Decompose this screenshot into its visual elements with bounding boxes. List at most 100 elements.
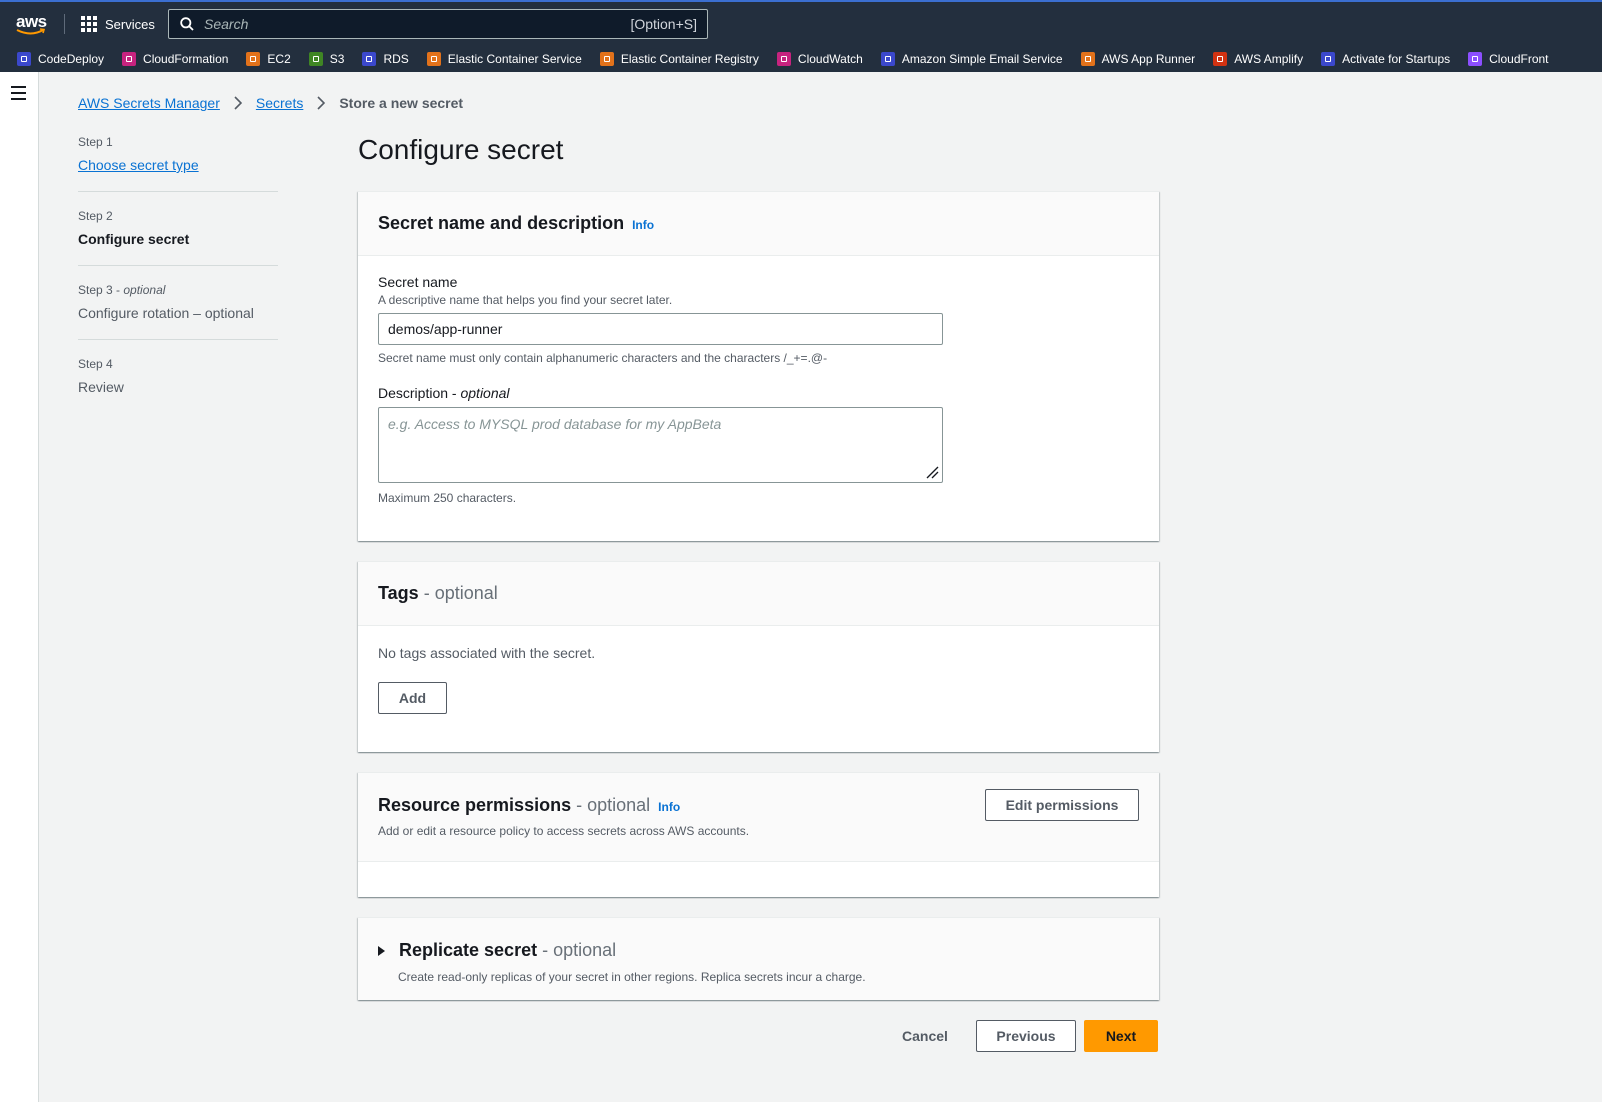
step-optional-label: optional bbox=[123, 283, 166, 297]
next-button[interactable]: Next bbox=[1084, 1020, 1158, 1052]
favorite-label: Elastic Container Service bbox=[447, 52, 582, 66]
description-placeholder: e.g. Access to MYSQL prod database for m… bbox=[388, 416, 722, 432]
services-label: Services bbox=[105, 16, 155, 32]
wizard-step-1: Step 1 Choose secret type bbox=[78, 135, 278, 192]
favorite-activate[interactable]: Activate for Startups bbox=[1321, 52, 1450, 66]
resource-permissions-panel: Resource permissions - optional Info Add … bbox=[358, 772, 1159, 897]
codedeploy-icon bbox=[17, 52, 31, 66]
favorite-label: Amazon Simple Email Service bbox=[901, 52, 1063, 66]
favorite-label: Activate for Startups bbox=[1342, 52, 1451, 66]
rds-icon bbox=[362, 52, 377, 66]
cloudfront-icon bbox=[1468, 52, 1483, 66]
panel-header: Tags - optional bbox=[358, 562, 1159, 626]
wizard-steps: Step 1 Choose secret type Step 2 Configu… bbox=[78, 135, 278, 430]
breadcrumb-secrets[interactable]: Secrets bbox=[256, 95, 303, 111]
favorite-rds[interactable]: RDS bbox=[362, 52, 409, 66]
description-label: Description - optional bbox=[378, 385, 510, 401]
edit-permissions-button[interactable]: Edit permissions bbox=[985, 789, 1139, 821]
permissions-description: Add or edit a resource policy to access … bbox=[378, 824, 750, 838]
favorite-label: CodeDeploy bbox=[38, 52, 105, 66]
apps-grid-icon bbox=[81, 16, 97, 32]
favorite-cloudwatch[interactable]: CloudWatch bbox=[776, 52, 863, 66]
favorite-label: CloudWatch bbox=[797, 52, 863, 66]
secret-name-input[interactable] bbox=[378, 313, 943, 345]
description-constraint: Maximum 250 characters. bbox=[378, 491, 517, 505]
favorite-label: RDS bbox=[383, 52, 409, 66]
favorite-ecr[interactable]: Elastic Container Registry bbox=[599, 52, 759, 66]
cloudwatch-icon bbox=[776, 52, 791, 66]
favorite-label: S3 bbox=[329, 52, 345, 66]
step-number-text: Step 3 bbox=[78, 283, 113, 297]
tags-title: Tags bbox=[378, 583, 419, 603]
previous-button[interactable]: Previous bbox=[976, 1020, 1076, 1052]
tags-optional: optional bbox=[434, 583, 498, 603]
favorite-ec2[interactable]: EC2 bbox=[246, 52, 291, 66]
step-number: Step 4 bbox=[78, 357, 113, 371]
favorite-amplify[interactable]: AWS Amplify bbox=[1213, 52, 1303, 66]
step-link-choose-secret-type[interactable]: Choose secret type bbox=[78, 157, 278, 173]
search-shortcut-hint: [Option+S] bbox=[630, 16, 697, 32]
menu-icon[interactable] bbox=[11, 86, 26, 104]
wizard-step-3: Step 3 - optional Configure rotation – o… bbox=[78, 283, 278, 340]
favorite-label: EC2 bbox=[267, 52, 291, 66]
favorite-codedeploy[interactable]: CodeDeploy bbox=[17, 52, 104, 66]
step-configure-rotation: Configure rotation – optional bbox=[78, 305, 254, 321]
chevron-right-icon bbox=[317, 96, 326, 110]
description-optional-label: optional bbox=[460, 385, 510, 401]
ecr-icon bbox=[599, 52, 614, 66]
step-number: Step 3 - optional bbox=[78, 283, 166, 297]
search-icon bbox=[180, 17, 194, 31]
search-placeholder: Search bbox=[204, 16, 249, 32]
panel-title[interactable]: Replicate secret - optional bbox=[399, 940, 616, 961]
step-number: Step 1 bbox=[78, 135, 113, 149]
resize-handle-icon[interactable] bbox=[925, 465, 939, 479]
aws-logo[interactable]: aws bbox=[16, 12, 50, 38]
s3-icon bbox=[308, 52, 323, 66]
favorite-app-runner[interactable]: AWS App Runner bbox=[1080, 52, 1196, 66]
ecs-icon bbox=[426, 52, 441, 66]
favorite-label: AWS App Runner bbox=[1101, 52, 1196, 66]
caret-right-icon[interactable] bbox=[378, 945, 385, 956]
favorite-label: CloudFormation bbox=[143, 52, 229, 66]
replicate-secret-panel[interactable]: Replicate secret - optional Create read-… bbox=[358, 917, 1159, 1000]
secret-name-description: A descriptive name that helps you find y… bbox=[378, 293, 673, 307]
info-link[interactable]: Info bbox=[658, 800, 680, 814]
breadcrumb-secrets-manager[interactable]: AWS Secrets Manager bbox=[78, 95, 220, 111]
services-menu-button[interactable]: Services bbox=[81, 14, 155, 34]
no-tags-message: No tags associated with the secret. bbox=[378, 645, 596, 661]
panel-title: Resource permissions - optional bbox=[378, 795, 651, 815]
cancel-button[interactable]: Cancel bbox=[902, 1020, 948, 1052]
breadcrumb-current: Store a new secret bbox=[339, 95, 464, 111]
panel-title: Secret name and description bbox=[378, 213, 625, 233]
panel-header: Secret name and description Info bbox=[358, 192, 1159, 256]
page-title: Configure secret bbox=[358, 134, 564, 165]
description-label-text: Description bbox=[378, 385, 449, 401]
wizard-step-4: Step 4 Review bbox=[78, 357, 278, 413]
panel-title: Tags - optional bbox=[378, 583, 498, 603]
replicate-optional: optional bbox=[553, 940, 617, 960]
ses-icon bbox=[880, 52, 895, 66]
search-input[interactable]: Search [Option+S] bbox=[168, 9, 708, 39]
nav-divider bbox=[64, 14, 65, 34]
favorite-label: Elastic Container Registry bbox=[620, 52, 759, 66]
step-current-configure-secret: Configure secret bbox=[78, 231, 190, 247]
favorite-s3[interactable]: S3 bbox=[308, 52, 345, 66]
replicate-title: Replicate secret bbox=[399, 940, 538, 960]
step-review: Review bbox=[78, 379, 124, 395]
add-tag-button[interactable]: Add bbox=[378, 682, 447, 714]
info-link[interactable]: Info bbox=[632, 218, 654, 232]
top-navigation: aws Services Search [Option+S] CodeDeplo… bbox=[0, 0, 1602, 72]
favorite-cloudfront[interactable]: CloudFront bbox=[1468, 52, 1549, 66]
favorite-ecs[interactable]: Elastic Container Service bbox=[426, 52, 582, 66]
favorite-ses[interactable]: Amazon Simple Email Service bbox=[880, 52, 1063, 66]
amplify-icon bbox=[1213, 52, 1228, 66]
secret-name-panel: Secret name and description Info Secret n… bbox=[358, 191, 1159, 541]
favorite-cloudformation[interactable]: CloudFormation bbox=[122, 52, 228, 66]
favorite-label: AWS Amplify bbox=[1234, 52, 1304, 66]
replicate-description: Create read-only replicas of your secret… bbox=[398, 970, 866, 984]
side-navigation-rail bbox=[0, 72, 39, 1102]
wizard-step-2: Step 2 Configure secret bbox=[78, 209, 278, 266]
secret-name-label: Secret name bbox=[378, 274, 458, 290]
favorites-bar: CodeDeploy CloudFormation EC2 S3 RDS Ela… bbox=[0, 48, 1567, 70]
description-textarea[interactable]: e.g. Access to MYSQL prod database for m… bbox=[378, 407, 943, 483]
